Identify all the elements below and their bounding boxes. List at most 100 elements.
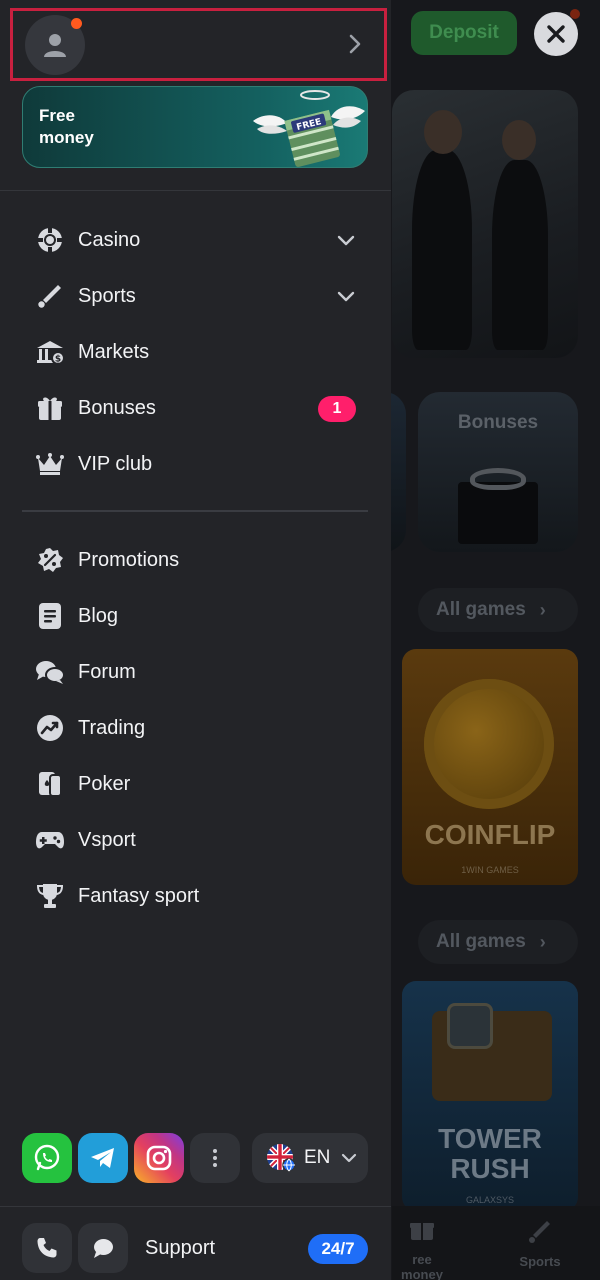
menu-item-vip-club[interactable]: VIP club: [22, 440, 368, 488]
bottom-navigation: ree money Sports: [392, 1206, 600, 1280]
chat-bubble-icon: [94, 1239, 113, 1258]
sports-icon: [34, 280, 66, 312]
chevron-down-icon: [337, 235, 355, 246]
instagram-icon: [146, 1145, 172, 1171]
menu-item-label: Promotions: [78, 548, 180, 571]
cards-icon: [34, 768, 66, 800]
menu-item-fantasy-sport[interactable]: Fantasy sport: [22, 872, 368, 920]
bonuses-card[interactable]: Bonuses: [418, 392, 578, 552]
profile-row[interactable]: [10, 8, 387, 81]
menu-item-label: Fantasy sport: [78, 884, 200, 907]
whatsapp-button[interactable]: [22, 1133, 72, 1183]
game-tile-coinflip[interactable]: COINFLIP 1WIN GAMES: [402, 649, 578, 885]
gamepad-icon: [34, 824, 66, 856]
chevron-right-icon: ›: [539, 599, 546, 620]
gift-bow-image: [470, 468, 526, 490]
deposit-button[interactable]: Deposit: [411, 11, 517, 55]
language-selector[interactable]: EN: [252, 1133, 368, 1183]
bonuses-count-badge: 1: [318, 396, 356, 422]
support-row: Support 24/7: [0, 1207, 391, 1280]
menu-item-bonuses[interactable]: Bonuses 1: [22, 384, 368, 432]
telegram-icon: [91, 1148, 114, 1168]
menu-item-label: Poker: [78, 772, 131, 795]
bottom-nav-sports[interactable]: Sports: [510, 1218, 570, 1269]
close-icon: [547, 25, 565, 43]
close-drawer-button[interactable]: [534, 12, 578, 56]
sports-icon: [510, 1218, 570, 1250]
menu-item-forum[interactable]: Forum: [22, 648, 368, 696]
free-money-banner[interactable]: Free money FREE: [22, 86, 368, 168]
instagram-button[interactable]: [134, 1133, 184, 1183]
chevron-down-icon: [342, 1153, 357, 1163]
coin-image: [424, 679, 554, 809]
chevron-right-icon: [349, 34, 361, 54]
all-games-label: All games: [436, 931, 526, 952]
bottom-nav-free-money[interactable]: ree money: [392, 1218, 452, 1280]
bonuses-card-label: Bonuses: [457, 412, 539, 433]
trending-icon: [34, 712, 66, 744]
menu-item-label: Sports: [78, 284, 136, 307]
gift-icon: [34, 392, 66, 424]
uk-flag-icon: [267, 1144, 296, 1172]
notification-dot: [71, 18, 82, 29]
menu-item-label: Vsport: [78, 828, 136, 851]
crown-icon: [34, 448, 66, 480]
menu-item-poker[interactable]: Poker: [22, 760, 368, 808]
side-drawer: Free money FREE Casino Sports $ Markets …: [0, 0, 391, 1280]
document-icon: [34, 600, 66, 632]
divider: [0, 190, 391, 191]
game-provider: 1WIN GAMES: [461, 865, 519, 875]
gift-icon: [392, 1218, 452, 1248]
telegram-button[interactable]: [78, 1133, 128, 1183]
chat-bubbles-icon: [34, 656, 66, 688]
game-provider: GALAXSYS: [465, 1195, 515, 1205]
banner-figure-head: [424, 110, 462, 154]
divider: [22, 510, 368, 512]
gift-box-image: [458, 482, 538, 544]
phone-icon: [37, 1238, 57, 1258]
game-title-line2: RUSH: [450, 1153, 530, 1184]
menu-item-label: Blog: [78, 604, 119, 627]
all-games-button[interactable]: All games ›: [418, 920, 578, 964]
bottom-nav-label: ree money: [401, 1252, 443, 1280]
more-vertical-icon: [213, 1149, 217, 1167]
promo-banner[interactable]: [392, 90, 578, 358]
whatsapp-icon: [34, 1144, 60, 1171]
banner-figure-head: [502, 120, 536, 160]
menu-item-label: Markets: [78, 340, 150, 363]
crate-lid-image: [447, 1003, 493, 1049]
svg-text:$: $: [55, 355, 61, 365]
markets-icon: $: [34, 336, 66, 368]
support-label[interactable]: Support: [145, 1237, 215, 1260]
support-hours-badge: 24/7: [308, 1234, 368, 1264]
flying-money-icon: FREE: [253, 90, 365, 167]
user-icon: [44, 34, 66, 57]
trophy-icon: [34, 880, 66, 912]
all-games-button[interactable]: All games ›: [418, 588, 578, 632]
banner-figure: [492, 160, 548, 350]
menu-item-label: VIP club: [78, 452, 153, 475]
chevron-right-icon: ›: [539, 931, 546, 952]
more-options-button[interactable]: [190, 1133, 240, 1183]
percent-badge-icon: [34, 544, 66, 576]
menu-item-markets[interactable]: $ Markets: [22, 328, 368, 376]
chat-button[interactable]: [78, 1223, 128, 1273]
banner-figure: [412, 150, 472, 350]
casino-chip-icon: [34, 224, 66, 256]
menu-item-blog[interactable]: Blog: [22, 592, 368, 640]
menu-item-vsport[interactable]: Vsport: [22, 816, 368, 864]
game-title: COINFLIP: [424, 819, 556, 850]
menu-item-promotions[interactable]: Promotions: [22, 536, 368, 584]
menu-item-label: Trading: [78, 716, 146, 739]
bottom-nav-label: Sports: [519, 1254, 561, 1269]
game-tile-tower-rush[interactable]: TOWER RUSH GALAXSYS: [402, 981, 578, 1211]
free-money-label: Free money: [39, 106, 94, 147]
menu-item-sports[interactable]: Sports: [22, 272, 368, 320]
game-title-line1: TOWER: [438, 1123, 542, 1154]
menu-item-casino[interactable]: Casino: [22, 216, 368, 264]
language-code: EN: [304, 1147, 331, 1168]
phone-button[interactable]: [22, 1223, 72, 1273]
menu-item-label: Forum: [78, 660, 136, 683]
menu-item-label: Bonuses: [78, 396, 156, 419]
menu-item-trading[interactable]: Trading: [22, 704, 368, 752]
